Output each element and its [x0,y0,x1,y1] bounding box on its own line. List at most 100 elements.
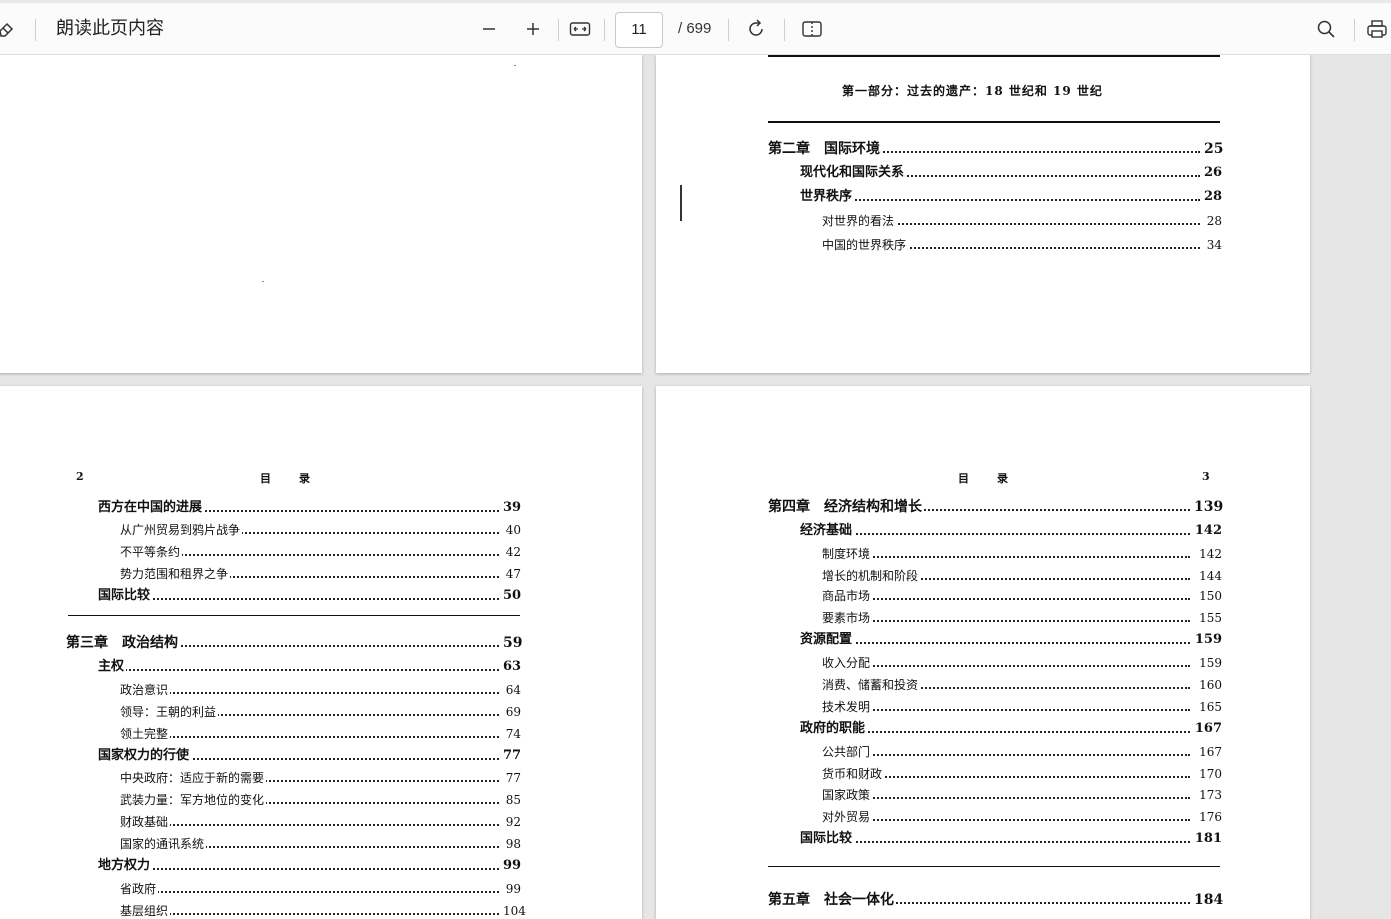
toc-entry[interactable]: 第四章 经济结构和增长 139 [768,498,1223,516]
toc-entry[interactable]: 武装力量：军方地位的变化 85 [120,791,521,809]
toc-entry-page: 184 [1194,891,1224,909]
read-aloud-button[interactable]: 朗读此页内容 [56,3,164,55]
toc-entry-page: 181 [1194,830,1222,848]
toc-entry[interactable]: 政府的职能 167 [800,720,1222,738]
toc-entry-title: 现代化和国际关系 [800,164,907,182]
toc-entry-title: 国家权力的行使 [98,747,192,765]
toc-entry-page: 42 [503,543,521,561]
toc-entry-title: 从广州贸易到鸦片战争 [120,521,243,539]
toc-leader-dots [800,830,1190,843]
toc-entry-title: 收入分配 [822,654,873,672]
toc-entry-title: 政治意识 [120,681,171,699]
toc-entry[interactable]: 现代化和国际关系 26 [800,164,1222,182]
toc-entry-title: 地方权力 [98,857,153,875]
toc-entry[interactable]: 对外贸易 176 [822,808,1222,826]
toc-entry[interactable]: 国家权力的行使 77 [98,747,521,765]
toc-entry-page: 74 [503,725,521,743]
toc-entry-page: 69 [503,703,521,721]
toc-entry-page: 28 [1204,212,1222,230]
toc-entry[interactable]: 主权 63 [98,658,521,676]
toc-entry[interactable]: 商品市场 150 [822,587,1222,605]
toolbar-divider [35,19,36,41]
toc-entry-page: 47 [503,565,521,583]
print-icon[interactable] [1366,3,1391,55]
toc-entry[interactable]: 第五章 社会一体化 184 [768,891,1224,909]
toc-entry-title: 经济基础 [800,522,855,540]
toc-entry-page: 159 [1194,654,1222,672]
rotate-icon[interactable] [742,3,770,55]
toc-entry[interactable]: 世界秩序 28 [800,188,1222,206]
toc-entry[interactable]: 第三章 政治结构 59 [66,634,522,652]
toc-leader-dots [120,902,499,915]
toc-entry-title: 势力范围和租界之争 [120,565,231,583]
toc-entry-page: 160 [1194,676,1222,694]
toc-entry-page: 77 [503,747,522,765]
toc-entry[interactable]: 省政府 99 [120,880,521,898]
toc-entry-title: 货币和财政 [822,765,885,783]
toc-entry[interactable]: 地方权力 99 [98,857,521,875]
toc-entry-title: 制度环境 [822,545,873,563]
toc-entry-title: 技术发明 [822,698,873,716]
toc-entry[interactable]: 基层组织 104 [120,902,526,919]
page-bottom-right: 目 录 3 第四章 经济结构和增长 139 经济基础 142 制度环境 142 增长的机制和… [656,386,1310,919]
toc-entry[interactable]: 经济基础 142 [800,522,1222,540]
toc-entry[interactable]: 财政基础 92 [120,813,521,831]
eraser-icon[interactable] [0,3,20,55]
toc-entry-page: 159 [1194,631,1222,649]
toc-entry-page: 63 [503,658,522,676]
toc-entry-title: 第二章 国际环境 [768,140,882,158]
toc-entry[interactable]: 要素市场 155 [822,609,1222,627]
zoom-in-icon[interactable] [520,3,546,55]
toc-entry[interactable]: 领导：王朝的利益 69 [120,703,521,721]
toc-entry[interactable]: 从广州贸易到鸦片战争 40 [120,521,521,539]
toc-entry[interactable]: 增长的机制和阶段 144 [822,567,1222,585]
toc-entry-page: 25 [1204,140,1224,158]
document-viewer[interactable]: 第一部分：过去的遗产：18 世纪和 19 世纪 第二章 国际环境 25 现代化和国际… [0,55,1391,919]
toc-entry[interactable]: 国家的通讯系统 98 [120,835,521,853]
toc-entry[interactable]: 不平等条约 42 [120,543,521,561]
search-icon[interactable] [1312,3,1340,55]
toc-entry-page: 165 [1194,698,1222,716]
toc-entry-page: 40 [503,521,521,539]
toc-entry-page: 64 [503,681,521,699]
toc-leader-dots [822,609,1190,622]
toc-leader-dots [822,698,1190,711]
toc-entry[interactable]: 技术发明 165 [822,698,1222,716]
toc-entry-title: 第五章 社会一体化 [768,891,896,909]
toc-entry[interactable]: 第二章 国际环境 25 [768,140,1224,158]
toc-entry[interactable]: 货币和财政 170 [822,765,1222,783]
fit-width-icon[interactable] [566,3,594,55]
toc-entry[interactable]: 中央政府：适应于新的需要 77 [120,769,521,787]
page-total-label: / 699 [678,20,712,37]
toc-entry[interactable]: 政治意识 64 [120,681,521,699]
toc-entry[interactable]: 国际比较 181 [800,830,1222,848]
toc-entry-page: 167 [1194,743,1222,761]
toc-entry[interactable]: 资源配置 159 [800,631,1222,649]
page-number-input[interactable]: 11 [615,12,663,48]
two-page-view-icon[interactable] [798,3,826,55]
toc-entry[interactable]: 公共部门 167 [822,743,1222,761]
toc-entry[interactable]: 势力范围和租界之争 47 [120,565,521,583]
toc-leader-dots [822,808,1190,821]
toc-entry[interactable]: 领土完整 74 [120,725,521,743]
toc-entry-title: 领土完整 [120,725,171,743]
toc-entry[interactable]: 中国的世界秩序 34 [822,236,1222,254]
toc-entry[interactable]: 收入分配 159 [822,654,1222,672]
toc-entry-title: 对外贸易 [822,808,873,826]
toc-entry-title: 西方在中国的进展 [98,499,205,517]
toc-entry[interactable]: 消费、储蓄和投资 160 [822,676,1222,694]
toc-entry-page: 167 [1194,720,1222,738]
toc-leader-dots [800,631,1190,644]
toc-entry[interactable]: 制度环境 142 [822,545,1222,563]
toc-leader-dots [822,545,1190,558]
toc-entry[interactable]: 西方在中国的进展 39 [98,499,521,517]
toc-entry[interactable]: 国家政策 173 [822,786,1222,804]
toc-entry-title: 资源配置 [800,631,855,649]
toc-entry-title: 财政基础 [120,813,171,831]
toc-entry-page: 150 [1194,587,1222,605]
part-title: 第一部分：过去的遗产：18 世纪和 19 世纪 [842,84,1103,98]
toc-entry[interactable]: 国际比较 50 [98,587,521,605]
zoom-out-icon[interactable] [476,3,502,55]
toc-entry-title: 政府的职能 [800,720,868,738]
toc-entry[interactable]: 对世界的看法 28 [822,212,1222,230]
